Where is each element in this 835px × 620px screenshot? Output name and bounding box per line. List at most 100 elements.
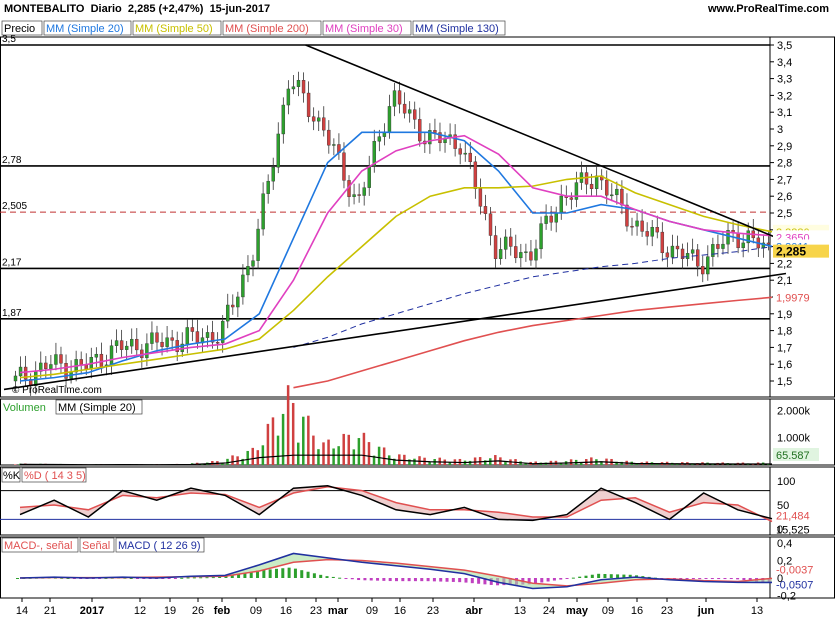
x-axis-label-5: 26 <box>192 605 204 617</box>
candle-up <box>635 220 639 227</box>
candle-up <box>544 215 548 224</box>
candle-down <box>433 130 437 133</box>
macd-histogram-bar <box>590 574 594 578</box>
volume-bar <box>382 447 386 465</box>
stoch-d-legend-label[interactable]: %D ( 14 3 5) <box>24 470 86 482</box>
candle-down <box>640 220 644 232</box>
price-tick-label-2: 3,3 <box>777 74 792 86</box>
volume-bar <box>504 462 507 465</box>
candle-down <box>357 194 361 196</box>
volume-bar <box>342 433 345 465</box>
macd-histogram-bar <box>401 578 405 582</box>
candle-down <box>630 225 634 228</box>
candle-down <box>59 354 63 364</box>
macd-legend-label-0[interactable]: MACD-, señal <box>4 540 72 552</box>
legend-label-2[interactable]: MM (Simple 50) <box>135 23 213 35</box>
candle-down <box>413 109 417 120</box>
candle-up <box>317 117 321 122</box>
legend-label-4[interactable]: MM (Simple 30) <box>325 23 403 35</box>
macd-legend-label-2[interactable]: MACD ( 12 26 9) <box>118 540 201 552</box>
candle-up <box>145 343 149 359</box>
volume-legend-label[interactable]: Volumen <box>3 402 46 414</box>
volume-bar <box>468 460 472 465</box>
macd-legend-label-1[interactable]: Señal <box>82 540 110 552</box>
candle-up <box>13 375 18 382</box>
candle-up <box>382 132 387 137</box>
price-tick-label-1: 3,4 <box>777 57 792 69</box>
candle-down <box>660 231 665 254</box>
ma-line-mm-simple-50- <box>19 175 773 379</box>
macd-histogram-bar <box>306 571 310 578</box>
level-label-3: 2,17 <box>2 257 22 268</box>
candle-down <box>620 188 624 206</box>
candle-up <box>685 253 690 260</box>
candle-up <box>463 152 467 155</box>
price-tick-label-9: 2,6 <box>777 191 792 203</box>
volume-bar <box>286 385 290 465</box>
volume-tick-label-1: 1.000k <box>777 433 811 445</box>
macd-histogram-bar <box>477 578 481 584</box>
candle-up <box>741 242 745 249</box>
macd-histogram-bar <box>571 577 575 579</box>
x-axis-label-17: may <box>566 605 589 617</box>
candle-up <box>362 187 366 196</box>
volume-bar <box>413 458 416 465</box>
macd-histogram-bar <box>388 578 392 582</box>
candle-down <box>665 252 670 258</box>
volume-bar <box>367 442 371 465</box>
candle-up <box>271 167 275 182</box>
candle-up <box>650 227 654 237</box>
volume-ma-legend-label[interactable]: MM (Simple 20) <box>58 402 136 414</box>
macd-histogram-bar <box>413 578 417 582</box>
candle-up <box>246 266 250 276</box>
volume-bar <box>317 449 320 465</box>
macd-histogram-bar <box>439 578 443 582</box>
macd-histogram-bar <box>717 578 721 580</box>
stoch-k-legend-label[interactable]: %K <box>3 470 21 482</box>
candle-up <box>352 194 356 197</box>
period-label: Diario <box>90 3 122 15</box>
x-axis-label-19: 16 <box>631 605 643 617</box>
x-axis-label-14: abr <box>465 605 483 617</box>
chart-header: MONTEBALITO Diario 2,285 (+2,47%) 15-jun… <box>0 0 835 19</box>
x-axis-label-15: 13 <box>514 605 526 617</box>
x-axis-label-9: 23 <box>310 605 322 617</box>
price-tick-label-19: 1,6 <box>777 359 792 371</box>
instrument-title: MONTEBALITO Diario 2,285 (+2,47%) 15-jun… <box>4 3 270 15</box>
stoch-tick-label-0: 100 <box>777 476 795 488</box>
macd-histogram-bar <box>262 569 266 578</box>
volume-bar <box>590 457 593 465</box>
volume-bar <box>14 464 17 465</box>
macd-histogram-bar <box>325 576 329 578</box>
legend-label-1[interactable]: MM (Simple 20) <box>46 23 124 35</box>
candle-up <box>236 296 240 308</box>
candle-up <box>185 327 190 345</box>
candle-down <box>701 266 705 275</box>
candle-down <box>589 183 594 190</box>
candle-up <box>18 366 23 377</box>
ma-line-mm-simple-30- <box>19 134 773 374</box>
site-url[interactable]: www.ProRealTime.com <box>708 3 829 15</box>
instrument-name: MONTEBALITO <box>4 3 85 15</box>
stoch-value-label-0: 21,484 <box>776 511 810 523</box>
price-tick-label-8: 2,7 <box>777 174 792 186</box>
candle-up <box>165 337 169 347</box>
macd-histogram-bar <box>432 578 436 582</box>
macd-histogram-bar <box>300 570 304 578</box>
macd-histogram-bar <box>691 578 695 580</box>
legend-label-3[interactable]: MM (Simple 200) <box>225 23 309 35</box>
chart-canvas[interactable]: Precio MM (Simple 20) MM (Simple 50) MM (Si… <box>0 19 835 620</box>
macd-histogram-bar <box>546 578 550 582</box>
macd-histogram-bar <box>344 578 348 579</box>
macd-histogram-bar <box>698 578 702 580</box>
candle-up <box>534 248 538 261</box>
x-axis-label-8: 16 <box>280 605 292 617</box>
macd-histogram-bar <box>704 578 708 580</box>
macd-histogram-bar <box>584 575 588 578</box>
volume-bar <box>569 459 573 465</box>
candle-down <box>675 245 680 250</box>
volume-bar <box>473 457 477 465</box>
macd-histogram-bar <box>350 578 354 580</box>
macd-histogram-bar <box>723 578 727 580</box>
legend-label-5[interactable]: MM (Simple 130) <box>415 23 499 35</box>
